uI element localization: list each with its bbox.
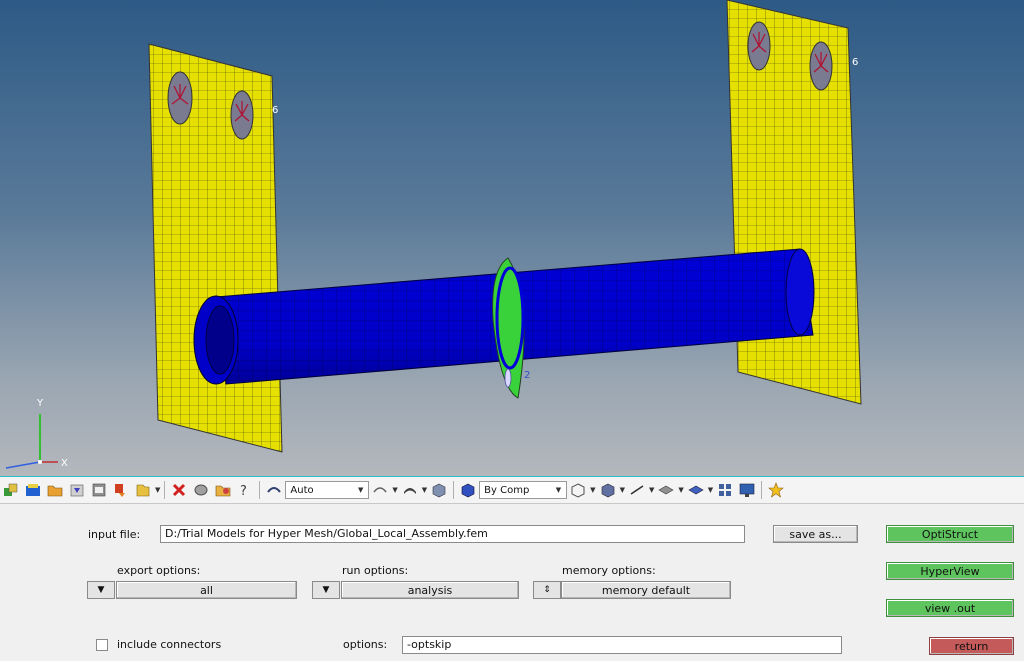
return-button[interactable]: return bbox=[929, 637, 1014, 655]
save-file-icon[interactable] bbox=[134, 481, 152, 499]
right-plate[interactable] bbox=[726, 0, 862, 405]
line-icon[interactable] bbox=[628, 481, 646, 499]
surface-icon[interactable] bbox=[687, 481, 705, 499]
run-options-toggle[interactable]: ▼ bbox=[312, 581, 340, 599]
washer-node-label: 2 bbox=[524, 370, 530, 381]
chevron-down-icon[interactable]: ▼ bbox=[590, 486, 595, 494]
model-canvas[interactable]: 6 6 2 Y X bbox=[0, 0, 1024, 476]
include-connectors-label: include connectors bbox=[117, 638, 222, 651]
view-out-button[interactable]: view .out bbox=[886, 599, 1014, 617]
shaded-shape-icon[interactable] bbox=[401, 481, 419, 499]
assembly-icon[interactable] bbox=[24, 481, 42, 499]
left-plate[interactable] bbox=[148, 43, 283, 453]
mask-icon[interactable] bbox=[192, 481, 210, 499]
axis-x-label: X bbox=[61, 458, 68, 469]
chevron-down-icon[interactable]: ▼ bbox=[392, 486, 397, 494]
monitor-icon[interactable] bbox=[738, 481, 756, 499]
solver-deck-icon[interactable] bbox=[90, 481, 108, 499]
washer[interactable] bbox=[492, 257, 525, 399]
svg-text:?: ? bbox=[240, 484, 247, 498]
hyperview-button[interactable]: HyperView bbox=[886, 562, 1014, 580]
memory-options-select[interactable]: memory default bbox=[561, 581, 731, 599]
run-options-label: run options: bbox=[342, 564, 409, 577]
export-options-toggle[interactable]: ▼ bbox=[87, 581, 115, 599]
chevron-down-icon: ▼ bbox=[555, 486, 562, 494]
chevron-down-icon[interactable]: ▼ bbox=[620, 486, 625, 494]
color-by-select[interactable]: By Comp ▼ bbox=[479, 481, 568, 499]
help-icon[interactable]: ? bbox=[236, 481, 254, 499]
options-field[interactable]: -optskip bbox=[402, 636, 842, 654]
memory-options-label: memory options: bbox=[562, 564, 656, 577]
graphics-viewport[interactable]: 6 6 2 Y X bbox=[0, 0, 1024, 476]
star-icon[interactable] bbox=[767, 481, 785, 499]
right-plate-node-label: 6 bbox=[852, 57, 858, 68]
import-icon[interactable] bbox=[68, 481, 86, 499]
optistruct-panel: input file: D:/Trial Models for Hyper Me… bbox=[0, 505, 1024, 661]
chevron-down-icon: ▼ bbox=[97, 585, 105, 595]
chevron-down-icon[interactable]: ▼ bbox=[649, 486, 654, 494]
display-mode-icon[interactable] bbox=[265, 481, 283, 499]
chevron-down-icon: ▼ bbox=[322, 585, 330, 595]
chevron-down-icon: ▼ bbox=[358, 486, 364, 494]
wire-cube-icon[interactable] bbox=[569, 481, 587, 499]
cube-view-icon[interactable] bbox=[430, 481, 448, 499]
export-options-label: export options: bbox=[117, 564, 201, 577]
component-icon[interactable] bbox=[2, 481, 20, 499]
mesh-cube-icon[interactable] bbox=[599, 481, 617, 499]
grid-icon[interactable] bbox=[716, 481, 734, 499]
options-label: options: bbox=[343, 638, 388, 651]
chevron-down-icon[interactable]: ▼ bbox=[708, 486, 713, 494]
chevron-down-icon[interactable]: ▼ bbox=[678, 486, 683, 494]
input-file-field[interactable]: D:/Trial Models for Hyper Mesh/Global_Lo… bbox=[160, 525, 745, 543]
color-by-icon[interactable] bbox=[459, 481, 477, 499]
optistruct-button[interactable]: OptiStruct bbox=[886, 525, 1014, 543]
save-as-button[interactable]: save as... bbox=[773, 525, 858, 543]
run-options-select[interactable]: analysis bbox=[341, 581, 519, 599]
reorganize-icon[interactable] bbox=[214, 481, 232, 499]
plane-icon[interactable] bbox=[657, 481, 675, 499]
chevron-down-icon[interactable]: ▼ bbox=[155, 486, 160, 494]
folder-open-icon[interactable] bbox=[46, 481, 64, 499]
display-mode-select[interactable]: Auto ▼ bbox=[285, 481, 370, 499]
axis-y-label: Y bbox=[36, 398, 44, 409]
export-icon[interactable] bbox=[112, 481, 130, 499]
chevron-down-icon[interactable]: ▼ bbox=[422, 486, 427, 494]
wireframe-shape-icon[interactable] bbox=[371, 481, 389, 499]
left-plate-node-label: 6 bbox=[272, 105, 278, 116]
coordinate-triad bbox=[5, 414, 58, 469]
main-toolbar: ▼ ? Auto ▼ ▼ ▼ By Comp ▼ ▼ ▼ ▼ ▼ ▼ bbox=[0, 476, 1024, 504]
export-options-select[interactable]: all bbox=[116, 581, 297, 599]
delete-icon[interactable] bbox=[170, 481, 188, 499]
include-connectors-checkbox[interactable] bbox=[96, 639, 108, 651]
memory-options-toggle[interactable]: ⇕ bbox=[533, 581, 561, 599]
tube[interactable] bbox=[193, 248, 815, 399]
up-down-arrow-icon: ⇕ bbox=[543, 585, 551, 595]
input-file-label: input file: bbox=[88, 528, 141, 541]
